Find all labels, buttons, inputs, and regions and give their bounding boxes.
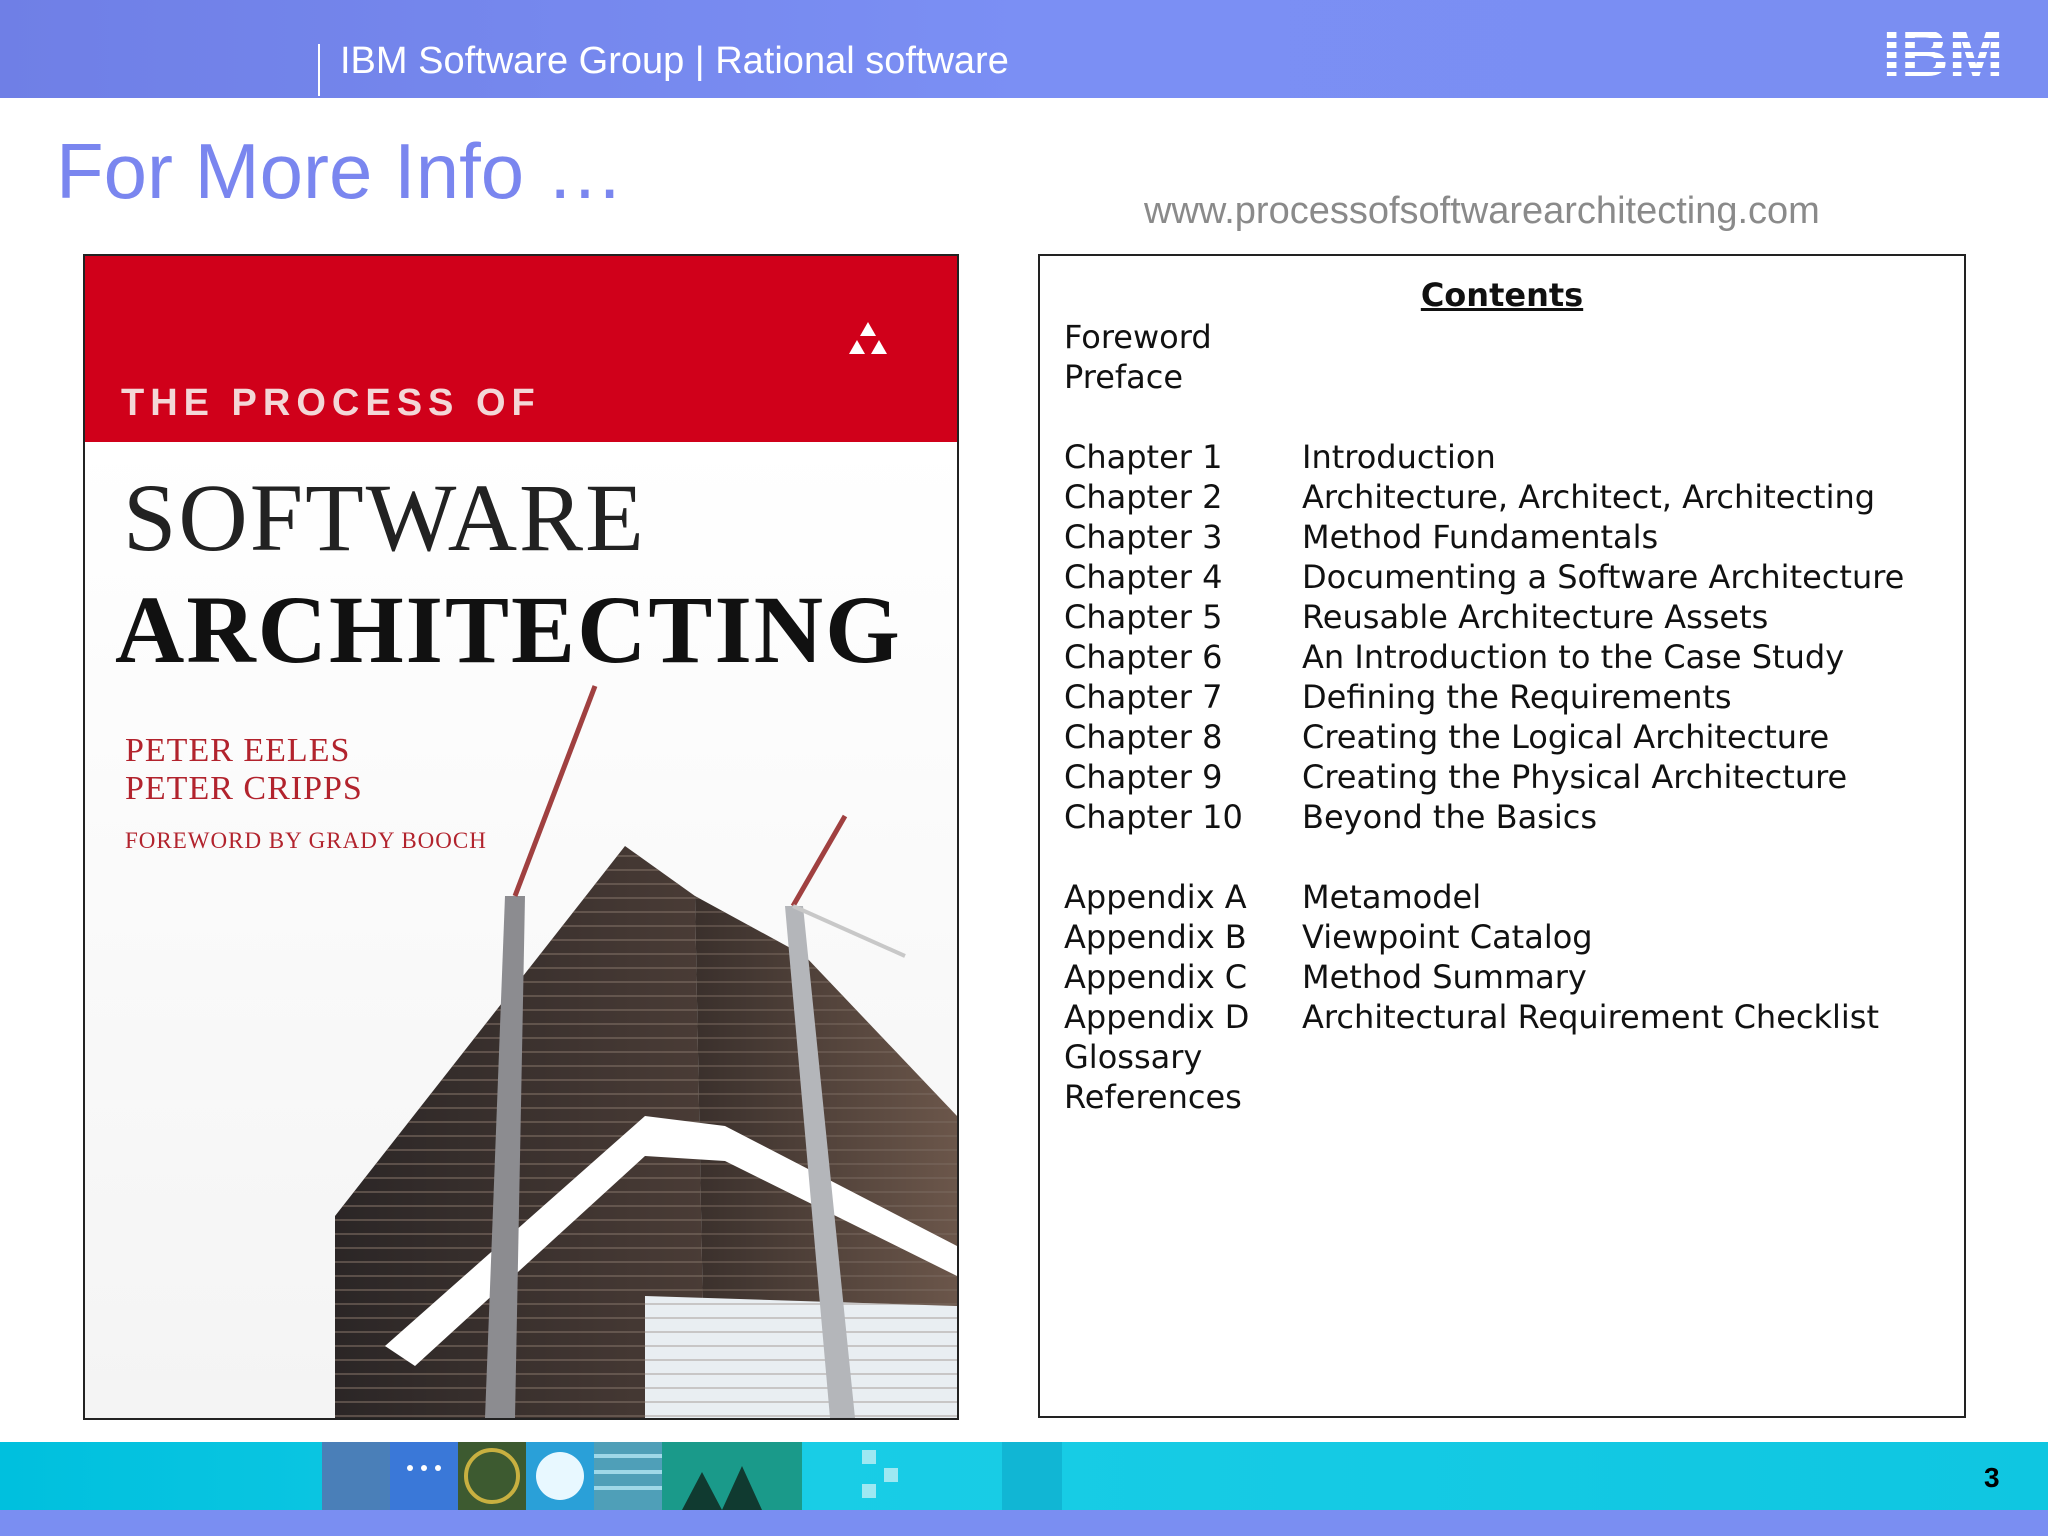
toc-title: Architecture, Architect, Architecting [1302,478,1876,516]
contents-heading: Contents [1420,276,1584,314]
toc-title: Creating the Logical Architecture [1302,718,1830,756]
toc-title: Method Summary [1302,958,1587,996]
toc-label: References [1064,1078,1242,1116]
toc-title: Beyond the Basics [1302,798,1597,836]
toc-label: Glossary [1064,1038,1203,1076]
toc-title: Introduction [1302,438,1496,476]
toc-label: Appendix B [1064,918,1247,956]
toc-label: Chapter 7 [1064,678,1223,716]
website-url: www.processofsoftwarearchitecting.com [1144,190,1820,232]
toc-label: Chapter 1 [1064,438,1223,476]
book-cover: THE PROCESS OF SOFTWARE ARCHITECTING PET… [83,254,959,1420]
toc-label: Chapter 10 [1064,798,1243,836]
group-title: IBM Software Group | Rational software [340,40,1009,82]
toc-title: Defining the Requirements [1302,678,1732,716]
toc-title: Viewpoint Catalog [1302,918,1593,956]
cover-author: PETER EELES [125,732,351,769]
footer-image-strip [322,1442,1062,1510]
toc-title: Architectural Requirement Checklist [1302,998,1879,1036]
cover-series-title: THE PROCESS OF [121,382,541,424]
toc-label: Appendix A [1064,878,1247,916]
toc-title: Method Fundamentals [1302,518,1659,556]
toc-label: Chapter 3 [1064,518,1223,556]
toc-label: Preface [1064,358,1184,396]
toc-title: Reusable Architecture Assets [1302,598,1769,636]
cover-title-line2: ARCHITECTING [115,576,902,683]
toc-label: Chapter 8 [1064,718,1223,756]
cover-foreword: FOREWORD BY GRADY BOOCH [125,828,487,853]
toc-title: Documenting a Software Architecture [1302,558,1905,596]
toc-label: Chapter 6 [1064,638,1223,676]
ibm-logo-text: IBM [1883,22,2004,80]
ibm-logo: IBM [1883,22,2004,80]
toc-label: Chapter 4 [1064,558,1223,596]
page-number: 3 [1984,1462,2000,1493]
toc-label: Appendix D [1064,998,1250,1036]
slide-title: For More Info … [56,127,624,215]
publisher-logo-icon [849,322,887,354]
header-divider [318,44,320,96]
cover-author: PETER CRIPPS [125,770,363,807]
header-bar: IBM Software Group | Rational software I… [0,0,2048,98]
footer-strip [0,1510,2048,1536]
toc-label: Chapter 5 [1064,598,1223,636]
toc-label: Chapter 2 [1064,478,1223,516]
toc-title: Creating the Physical Architecture [1302,758,1848,796]
toc-label: Chapter 9 [1064,758,1223,796]
toc-label: Appendix C [1064,958,1248,996]
cover-title-line1: SOFTWARE [123,464,646,571]
toc-title: An Introduction to the Case Study [1302,638,1845,676]
toc-title: Metamodel [1302,878,1482,916]
contents-box: Contents Foreword Preface Chapter 1 Intro… [1038,254,1966,1418]
toc-label: Foreword [1064,318,1212,356]
